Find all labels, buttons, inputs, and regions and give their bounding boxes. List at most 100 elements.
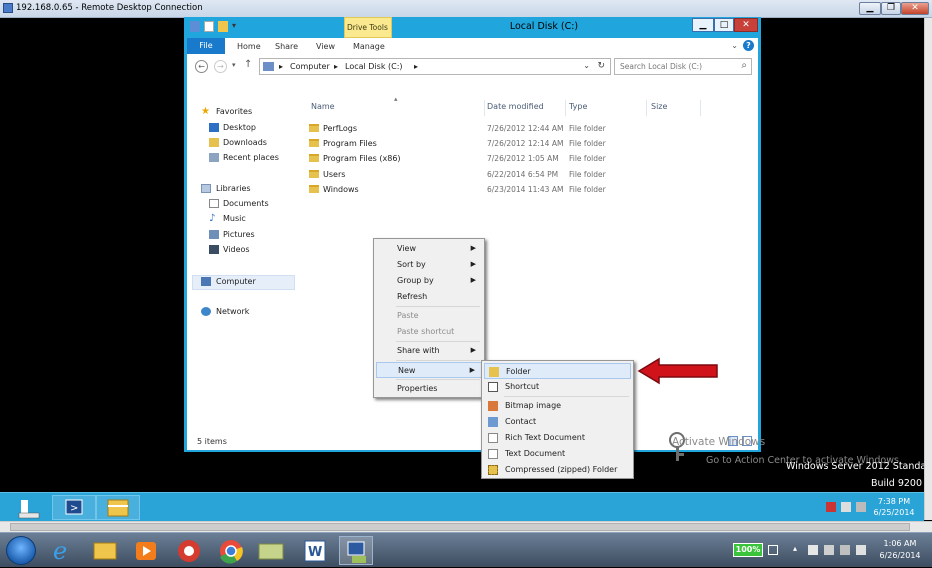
vertical-scrollbar[interactable] (924, 18, 932, 520)
action-center-flag-icon[interactable] (826, 502, 836, 512)
properties-icon[interactable] (204, 21, 214, 32)
nav-videos[interactable]: Videos (223, 245, 250, 254)
tab-view[interactable]: View (316, 42, 335, 51)
remote-clock[interactable]: 7:38 PM 6/25/2014 (872, 496, 916, 518)
explorer-maximize-button[interactable]: □ (714, 18, 734, 32)
app-red-icon[interactable] (172, 536, 206, 565)
up-button[interactable]: ↑ (244, 59, 252, 70)
downloads-icon (209, 138, 219, 147)
network-tray-icon[interactable] (841, 502, 851, 512)
folder-app-icon[interactable] (254, 536, 288, 565)
explorer-titlebar[interactable]: ▾ Drive Tools Local Disk (C:) ▁ □ ✕ (184, 17, 761, 38)
column-name[interactable]: Name (311, 102, 335, 111)
internet-explorer-icon[interactable]: e (45, 536, 79, 565)
file-row[interactable]: Windows 6/23/2014 11:43 AM File folder (307, 183, 607, 197)
remote-desktop-taskbar-icon[interactable] (339, 536, 373, 565)
rdp-restore-button[interactable]: ❐ (881, 2, 901, 15)
menu-separator (396, 379, 480, 380)
nav-downloads[interactable]: Downloads (223, 138, 267, 147)
local-clock[interactable]: 1:06 AM 6/26/2014 (872, 538, 928, 562)
tab-share[interactable]: Share (275, 42, 298, 51)
menu-item-share-with[interactable]: Share with ▶ (376, 343, 482, 359)
nav-computer[interactable]: Computer (216, 277, 256, 286)
battery-indicator[interactable]: 100% (733, 543, 763, 557)
powershell-icon[interactable]: > (52, 495, 96, 520)
file-row[interactable]: Users 6/22/2014 6:54 PM File folder (307, 168, 607, 182)
file-type: File folder (569, 170, 606, 179)
nav-desktop[interactable]: Desktop (223, 123, 256, 132)
svg-text:>: > (70, 503, 78, 514)
device-tray-icon[interactable] (824, 545, 834, 555)
new-folder-icon[interactable] (218, 21, 228, 32)
address-bar[interactable]: ▸ Computer ▸ Local Disk (C:) ▸ ⌄ ↻ (259, 58, 611, 75)
server-manager-icon[interactable] (8, 495, 52, 520)
nav-network[interactable]: Network (216, 307, 249, 316)
start-button[interactable] (6, 536, 36, 565)
chrome-icon[interactable] (214, 536, 248, 565)
menu-item-new[interactable]: New ▶ (376, 362, 482, 378)
submenu-item-text[interactable]: Text Document (484, 446, 631, 462)
qat-dropdown-icon[interactable]: ▾ (232, 21, 240, 32)
explorer-close-button[interactable]: ✕ (734, 18, 758, 32)
submenu-item-rtf[interactable]: Rich Text Document (484, 430, 631, 446)
volume-tray-icon[interactable] (856, 502, 866, 512)
forward-button[interactable]: → (214, 60, 227, 73)
menu-item-properties[interactable]: Properties (376, 381, 482, 397)
ribbon-expand-icon[interactable]: ⌄ (731, 41, 738, 50)
word-icon[interactable]: W (298, 536, 332, 565)
file-row[interactable]: PerfLogs 7/26/2012 12:44 AM File folder (307, 122, 607, 136)
column-date-modified[interactable]: Date modified (487, 102, 544, 111)
submenu-item-contact[interactable]: Contact (484, 414, 631, 430)
power-plug-icon[interactable] (768, 545, 778, 555)
file-row[interactable]: Program Files 7/26/2012 12:14 AM File fo… (307, 137, 607, 151)
column-divider[interactable] (484, 100, 485, 116)
submenu-item-shortcut[interactable]: Shortcut (484, 379, 631, 395)
tab-home[interactable]: Home (237, 42, 261, 51)
tab-manage[interactable]: Manage (353, 42, 385, 51)
breadcrumb-computer[interactable]: Computer (290, 62, 330, 71)
desktop-icon (209, 123, 219, 132)
rdp-close-button[interactable]: ✕ (901, 2, 929, 15)
refresh-icon[interactable]: ↻ (597, 61, 605, 71)
menu-item-refresh[interactable]: Refresh (376, 289, 482, 305)
show-hidden-icons[interactable]: ▴ (793, 544, 797, 553)
menu-item-group-by[interactable]: Group by ▶ (376, 273, 482, 289)
submenu-item-zip[interactable]: Compressed (zipped) Folder (484, 462, 631, 478)
column-size[interactable]: Size (651, 102, 667, 111)
rdp-minimize-button[interactable]: ▁ (859, 2, 881, 15)
explorer-minimize-button[interactable]: ▁ (692, 18, 714, 32)
column-divider[interactable] (646, 100, 647, 116)
nav-music[interactable]: Music (223, 214, 246, 223)
tab-file[interactable]: File (187, 38, 225, 54)
monitor-tray-icon[interactable] (840, 545, 850, 555)
submenu-item-folder[interactable]: Folder (484, 363, 631, 379)
menu-item-label: Folder (506, 367, 531, 376)
windows-explorer-icon[interactable] (88, 536, 122, 565)
folder-icon (309, 139, 319, 147)
search-input[interactable]: Search Local Disk (C:) ⌕ (614, 58, 752, 75)
speaker-tray-icon[interactable] (856, 545, 866, 555)
nav-recent-places[interactable]: Recent places (223, 153, 279, 162)
horizontal-scrollbar[interactable] (0, 521, 932, 532)
menu-item-view[interactable]: View ▶ (376, 241, 482, 257)
menu-item-sort-by[interactable]: Sort by ▶ (376, 257, 482, 273)
flag-tray-icon[interactable] (808, 545, 818, 555)
file-row[interactable]: Program Files (x86) 7/26/2012 1:05 AM Fi… (307, 152, 607, 166)
submenu-item-bitmap[interactable]: Bitmap image (484, 398, 631, 414)
address-dropdown-icon[interactable]: ⌄ (583, 61, 590, 70)
scrollbar-thumb[interactable] (10, 523, 910, 531)
column-divider[interactable] (565, 100, 566, 116)
nav-pictures[interactable]: Pictures (223, 230, 255, 239)
file-explorer-taskbar-icon[interactable] (96, 495, 140, 520)
back-button[interactable]: ← (195, 60, 208, 73)
column-type[interactable]: Type (569, 102, 587, 111)
nav-libraries[interactable]: Libraries (216, 184, 251, 193)
breadcrumb-local-disk[interactable]: Local Disk (C:) (345, 62, 403, 71)
rdp-titlebar[interactable]: 192.168.0.65 - Remote Desktop Connection… (0, 0, 932, 18)
nav-favorites[interactable]: Favorites (216, 107, 252, 116)
media-player-icon[interactable] (129, 536, 163, 565)
column-divider[interactable] (700, 100, 701, 116)
nav-documents[interactable]: Documents (223, 199, 269, 208)
recent-locations-icon[interactable]: ▾ (232, 61, 236, 69)
help-icon[interactable]: ? (743, 40, 754, 51)
